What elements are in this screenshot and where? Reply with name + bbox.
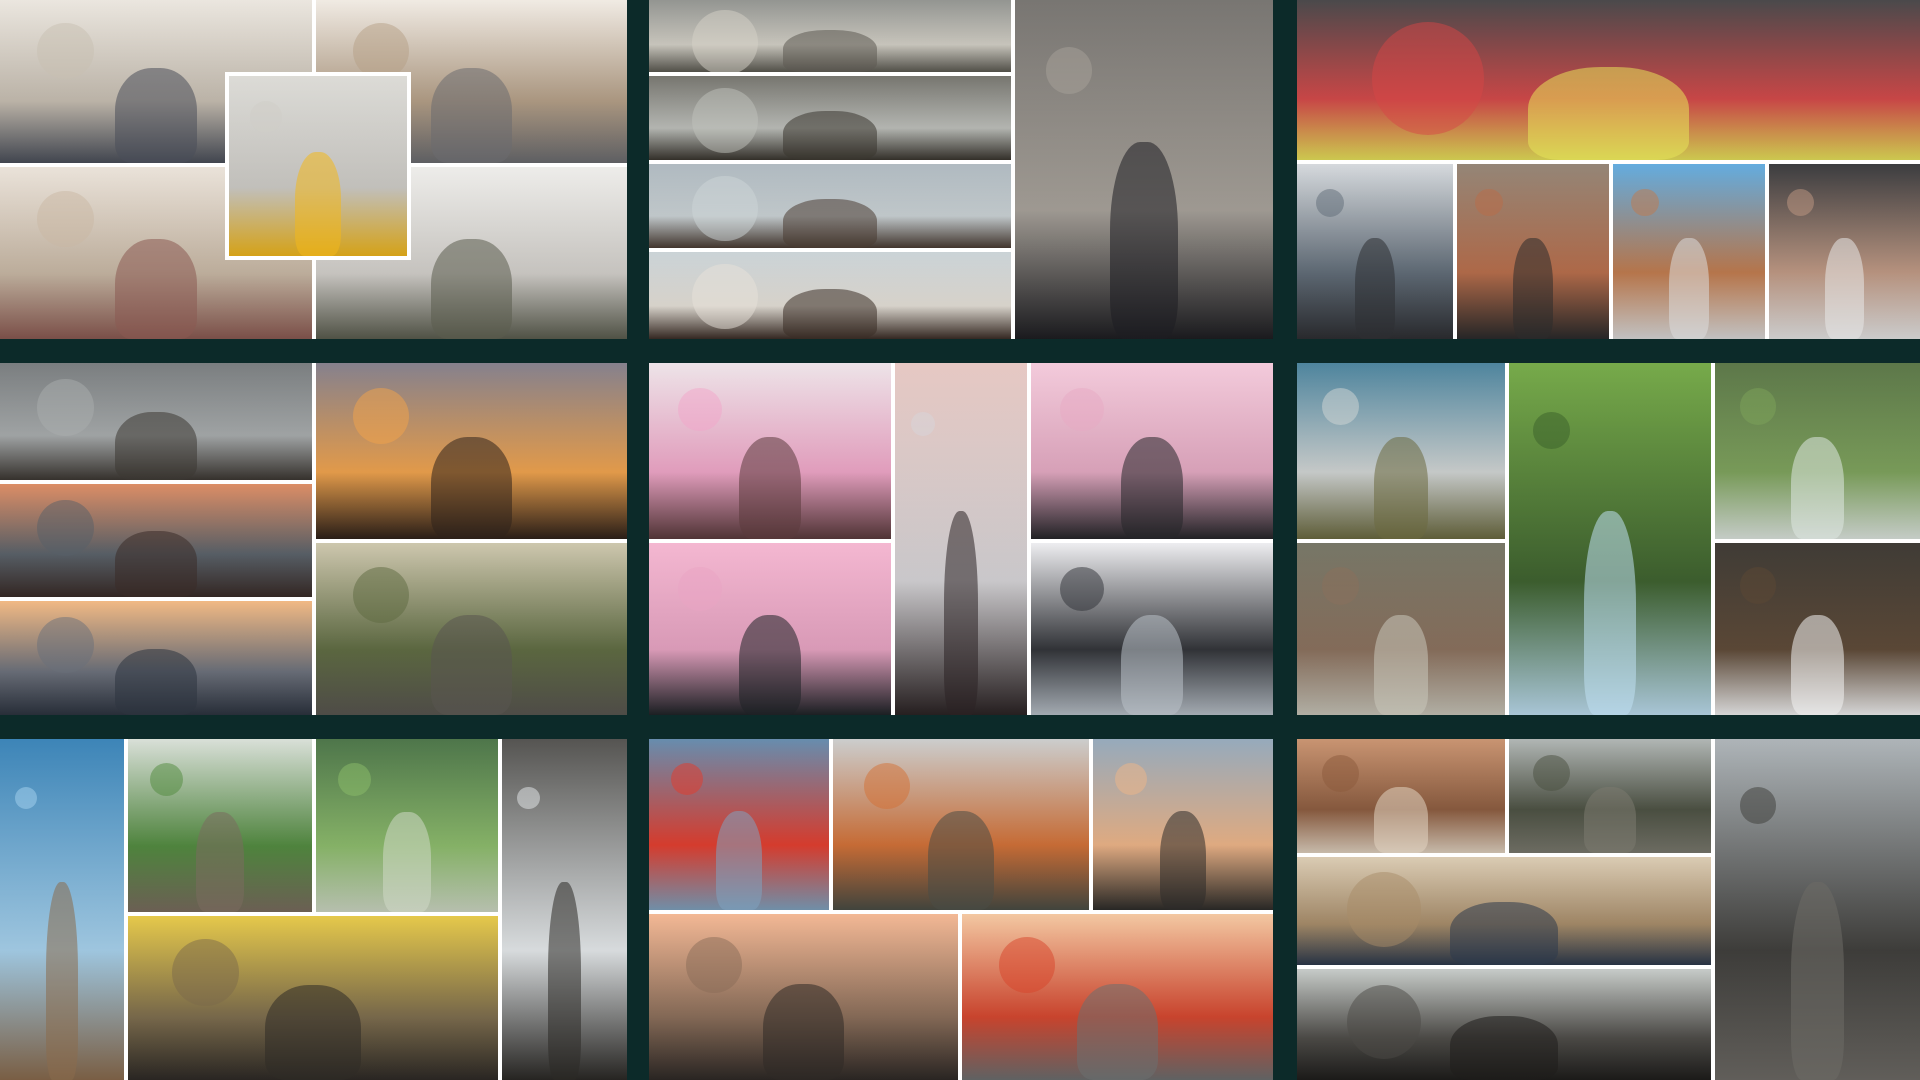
tile-sunflowers — [225, 72, 411, 260]
panel-coast-fields — [0, 739, 627, 1080]
panel-photography — [649, 363, 1273, 715]
tile-village-aerial — [1297, 543, 1505, 715]
tile-couple-sunset — [316, 363, 627, 539]
tile-balloon-sky — [649, 739, 829, 910]
tile-forest-path — [1509, 363, 1711, 715]
panel-balloons — [649, 739, 1273, 1080]
tile-girl-lying-camera — [1031, 363, 1273, 539]
tile-silhouette-dusk — [0, 484, 312, 597]
tile-green-hills — [1715, 363, 1920, 539]
tile-ball-cart — [1457, 164, 1609, 339]
tile-desert-hills — [1509, 739, 1711, 853]
tile-coastline-aerial — [649, 0, 1011, 72]
panel-tennis — [1297, 0, 1920, 339]
tile-red-mountains — [1297, 739, 1505, 853]
panel-sunset-shore — [0, 363, 627, 715]
tile-atv-rider — [1715, 739, 1920, 1080]
tile-girl-orchids — [649, 363, 891, 539]
tile-motorcyclist — [1297, 857, 1711, 965]
tile-tennis-players — [1297, 0, 1920, 160]
tile-balloons-dusk — [1093, 739, 1273, 910]
tile-balloons-rocks — [649, 914, 958, 1080]
tile-van-forest-road — [1715, 543, 1920, 715]
panel-wellness — [0, 0, 627, 339]
tile-man-mountains — [1297, 969, 1711, 1080]
video-collage-wall — [0, 0, 1920, 1080]
tile-umpire-chair — [1297, 164, 1453, 339]
panel-beach — [649, 0, 1273, 339]
tile-rocky-shore — [0, 363, 312, 480]
tile-hands-camera — [649, 543, 891, 715]
tile-lighthouse-cliff — [1297, 363, 1505, 539]
tile-laptop-editing — [1031, 543, 1273, 715]
tile-man-tunnel — [1015, 0, 1273, 339]
tile-coastal-road — [316, 543, 627, 715]
tile-road-palms — [128, 739, 312, 912]
tile-green-valley — [316, 739, 498, 912]
tile-surfboard-woman — [649, 252, 1011, 339]
panel-nature — [1297, 363, 1920, 715]
tile-shoreline — [649, 76, 1011, 160]
tile-red-van — [962, 914, 1273, 1080]
tile-rocky-coast — [502, 739, 627, 1080]
tile-racket-grip — [1769, 164, 1920, 339]
panel-desert — [1297, 739, 1920, 1080]
tile-pier-sunset — [0, 601, 312, 715]
tile-flower-field — [128, 916, 498, 1080]
tile-balloons-valley — [833, 739, 1089, 910]
tile-rocks-surf — [649, 164, 1011, 248]
tile-clay-court — [1613, 164, 1765, 339]
tile-sea-cliff — [0, 739, 124, 1080]
tile-girl-camera-sofa — [895, 363, 1027, 715]
